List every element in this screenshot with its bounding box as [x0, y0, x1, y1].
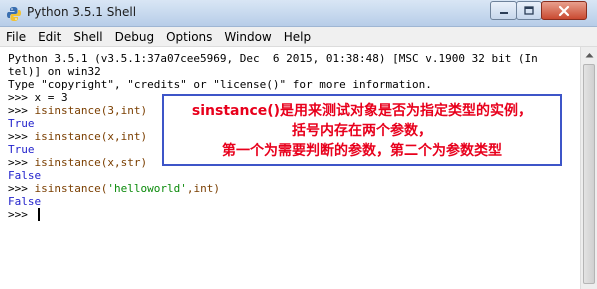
shell-input-line: >>> x = 3: [8, 91, 68, 104]
shell-input-line: >>> isinstance(x,str): [8, 156, 147, 169]
shell-command: x = 3: [34, 91, 68, 104]
shell-output: True: [8, 117, 35, 130]
shell-command: ,int): [186, 182, 220, 195]
shell-input-line: >>> isinstance('helloworld',int): [8, 182, 220, 195]
shell-prompt: >>>: [8, 156, 35, 169]
shell-prompt: >>>: [8, 130, 35, 143]
shell-prompt: >>>: [8, 208, 35, 221]
annotation-box: sinstance()是用来测试对象是否为指定类型的实例， 括号内存在两个参数，…: [162, 94, 562, 166]
shell-prompt: >>>: [8, 182, 35, 195]
annotation-line: sinstance()是用来测试对象是否为指定类型的实例，: [191, 103, 533, 119]
shell-command: isinstance(3,int): [34, 104, 148, 117]
shell-output: True: [8, 143, 35, 156]
menu-window[interactable]: Window: [218, 27, 277, 47]
shell-string-literal: 'helloworld': [107, 182, 187, 195]
window-title: Python 3.5.1 Shell: [27, 5, 137, 19]
menu-options[interactable]: Options: [160, 27, 218, 47]
python-icon: [7, 7, 21, 21]
menu-file[interactable]: File: [0, 27, 32, 47]
menu-help[interactable]: Help: [278, 27, 317, 47]
shell-input-line: >>> isinstance(3,int): [8, 104, 147, 117]
text-cursor: [38, 208, 40, 221]
annotation-line: 第一个为需要判断的参数，第二个为参数类型: [222, 143, 502, 159]
minimize-button[interactable]: [490, 1, 517, 20]
minimize-icon: [499, 11, 508, 14]
shell-input-line: >>> isinstance(x,int): [8, 130, 147, 143]
banner-line: Type "copyright", "credits" or "license(…: [8, 78, 432, 91]
shell-command: isinstance(x,str): [34, 156, 148, 169]
menu-shell[interactable]: Shell: [67, 27, 108, 47]
scroll-up-button[interactable]: [581, 47, 597, 63]
maximize-icon: [524, 5, 534, 15]
scroll-thumb[interactable]: [583, 64, 595, 284]
close-icon: [558, 5, 570, 16]
shell-output: False: [8, 195, 42, 208]
annotation-line: 括号内存在两个参数，: [292, 123, 432, 139]
shell-command: isinstance(: [34, 182, 108, 195]
menu-debug[interactable]: Debug: [109, 27, 160, 47]
close-button[interactable]: [541, 1, 587, 20]
chevron-up-icon: [585, 53, 593, 58]
shell-prompt: >>>: [8, 91, 35, 104]
shell-output: False: [8, 169, 42, 182]
shell-input-line: >>>: [8, 208, 35, 221]
menu-edit[interactable]: Edit: [32, 27, 67, 47]
shell-text-area[interactable]: Python 3.5.1 (v3.5.1:37a07cee5969, Dec 6…: [0, 47, 580, 289]
vertical-scrollbar[interactable]: [580, 47, 597, 289]
shell-command: isinstance(x,int): [34, 130, 148, 143]
title-bar: Python 3.5.1 Shell: [0, 0, 597, 27]
banner-line: Python 3.5.1 (v3.5.1:37a07cee5969, Dec 6…: [8, 52, 538, 65]
maximize-button[interactable]: [516, 1, 542, 20]
shell-prompt: >>>: [8, 104, 35, 117]
menu-bar: File Edit Shell Debug Options Window Hel…: [0, 27, 597, 47]
banner-line: tel)] on win32: [8, 65, 101, 78]
